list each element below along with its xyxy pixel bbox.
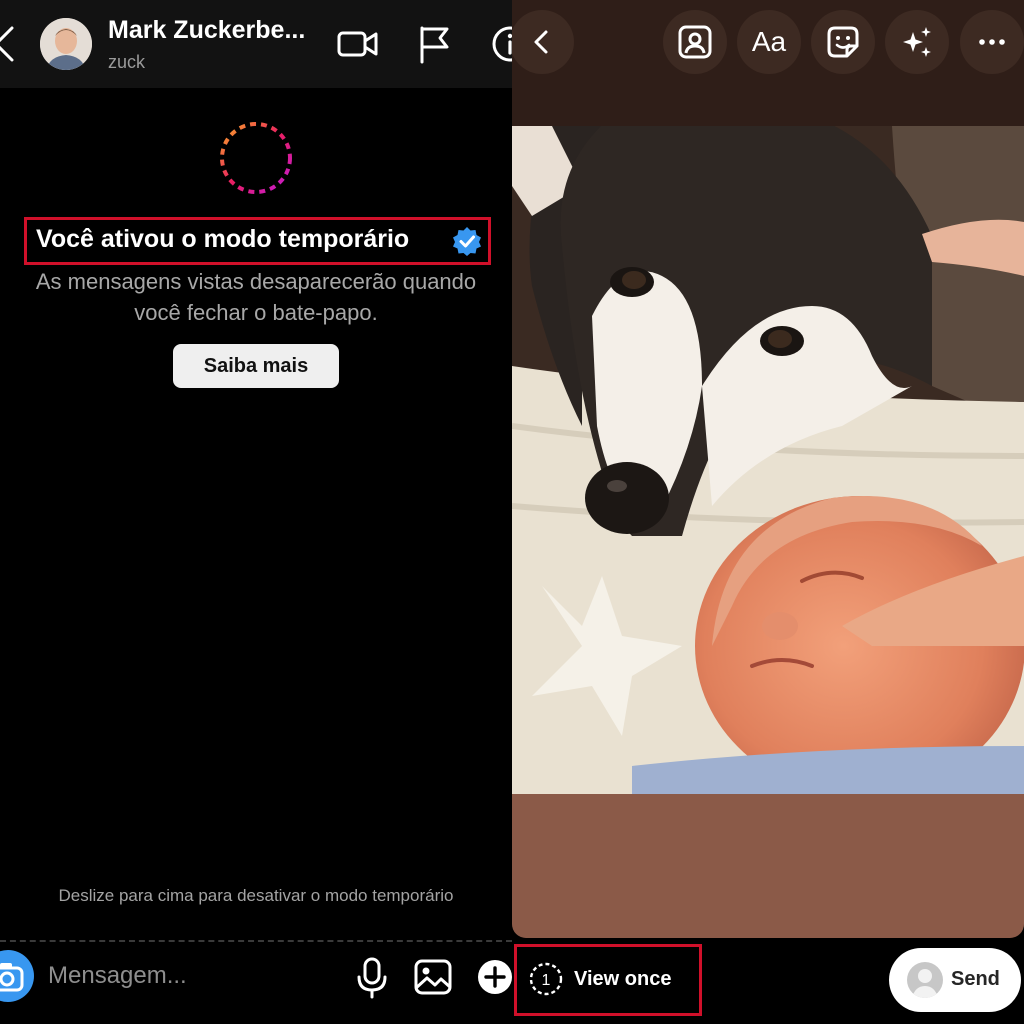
video-call-icon[interactable] (336, 26, 380, 62)
message-input[interactable] (48, 958, 338, 994)
send-button[interactable]: Send (889, 948, 1021, 1012)
contact-name[interactable]: Mark Zuckerbe... (108, 16, 305, 45)
learn-more-button[interactable]: Saiba mais (173, 344, 339, 388)
view-once-toggle[interactable]: View once (574, 968, 671, 991)
back-icon (534, 30, 548, 54)
microphone-icon[interactable] (356, 955, 388, 999)
chat-panel: Mark Zuckerbe... zuck Você ativou o modo… (0, 0, 512, 1024)
dog-and-baby-photo (512, 126, 1024, 794)
vanish-subtitle-line-1: As mensagens vistas desaparecerão quando (35, 269, 477, 294)
sticker-icon (827, 26, 859, 58)
sticker-button[interactable] (811, 10, 875, 74)
more-options-button[interactable] (960, 10, 1024, 74)
gallery-icon[interactable] (413, 958, 453, 996)
avatar (907, 962, 943, 998)
effects-button[interactable] (885, 10, 949, 74)
contact-handle: zuck (108, 52, 146, 72)
avatar[interactable] (40, 18, 92, 70)
photo-preview[interactable] (512, 126, 1024, 794)
mention-icon (678, 25, 712, 59)
composer-divider (0, 940, 512, 942)
back-icon[interactable] (0, 22, 20, 66)
vanish-subtitle-line-2: você fechar o bate-papo. (134, 300, 378, 325)
effects-icon (903, 27, 931, 57)
send-label: Send (951, 968, 1000, 990)
swipe-hint: Deslize para cima para desativar o modo … (58, 886, 454, 905)
vanish-mode-subtitle: As mensagens vistas desaparecerão quando… (0, 266, 512, 328)
text-icon: Aa (751, 26, 787, 57)
photo-bottom-fill (512, 794, 1024, 938)
camera-icon (0, 963, 24, 992)
text-tool-button[interactable]: Aa (737, 10, 801, 74)
plus-button[interactable] (478, 960, 512, 994)
plus-icon (484, 966, 506, 988)
vanish-mode-ring-icon (220, 122, 292, 194)
info-icon[interactable] (490, 24, 512, 64)
photo-editor-panel: Aa 1 View once Send (512, 0, 1024, 1024)
chat-header: Mark Zuckerbe... zuck (0, 0, 512, 88)
mention-button[interactable] (663, 10, 727, 74)
view-once-icon[interactable]: 1 (528, 961, 564, 997)
camera-button[interactable] (0, 950, 34, 1002)
view-once-count: 1 (542, 972, 551, 989)
more-icon (979, 39, 1005, 45)
vanish-mode-title: Você ativou o modo temporário (36, 225, 410, 253)
verified-badge-icon (453, 227, 481, 256)
editor-back-button[interactable] (512, 10, 574, 74)
flag-icon[interactable] (416, 24, 452, 64)
